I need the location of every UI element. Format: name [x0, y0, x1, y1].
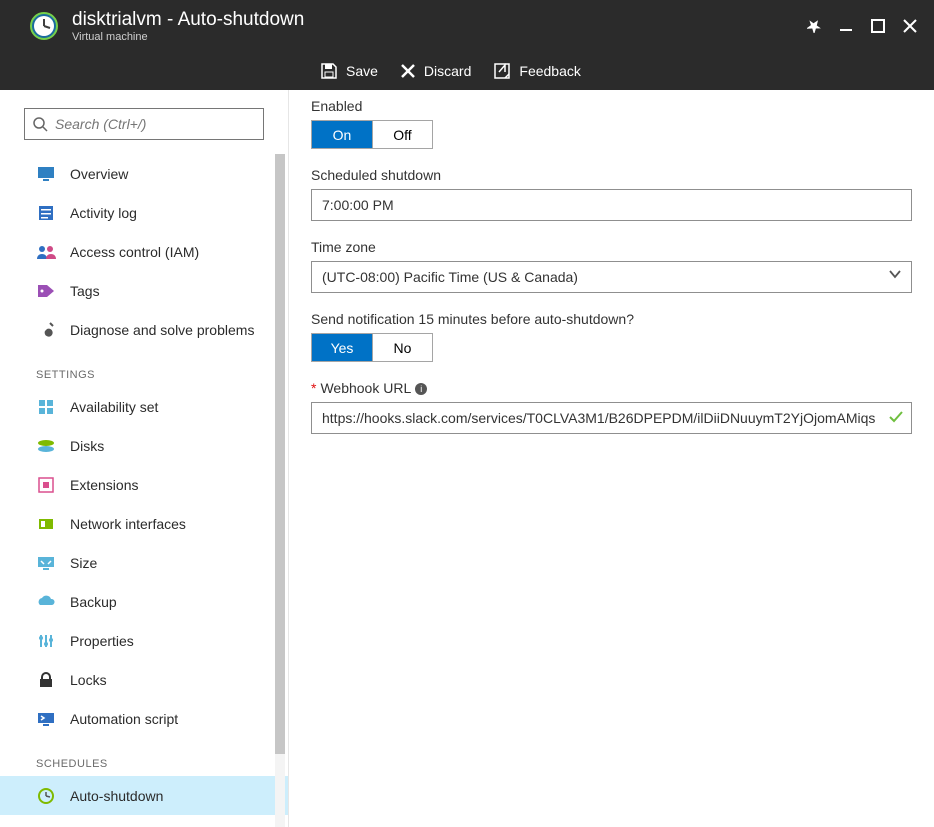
webhook-input[interactable] [311, 402, 912, 434]
sidebar-item-automation-script[interactable]: Automation script [0, 699, 288, 738]
sidebar-item-overview[interactable]: Overview [0, 154, 288, 193]
schedules-group-title: SCHEDULES [0, 752, 288, 776]
sidebar-item-label: Size [70, 555, 97, 571]
monitor-icon [36, 166, 56, 182]
save-button[interactable]: Save [320, 62, 378, 80]
sidebar-item-label: Automation script [70, 711, 178, 727]
sidebar-item-label: Tags [70, 283, 100, 299]
sidebar-item-backup[interactable]: Backup [0, 582, 288, 621]
webhook-label: *Webhook URL i [311, 380, 912, 396]
minimize-icon[interactable] [832, 12, 860, 40]
grid-icon [36, 399, 56, 415]
log-icon [36, 205, 56, 221]
sidebar-item-tags[interactable]: Tags [0, 271, 288, 310]
timezone-select[interactable] [311, 261, 912, 293]
discard-button[interactable]: Discard [400, 63, 471, 79]
sidebar-item-label: Network interfaces [70, 516, 186, 532]
sidebar-item-label: Properties [70, 633, 134, 649]
enabled-off-button[interactable]: Off [372, 121, 432, 148]
sidebar-item-label: Overview [70, 166, 128, 182]
people-icon [36, 244, 56, 260]
search-input[interactable] [24, 108, 264, 140]
sidebar-item-auto-shutdown[interactable]: Auto-shutdown [0, 776, 288, 815]
disks-icon [36, 439, 56, 453]
lock-icon [36, 672, 56, 688]
sidebar-item-locks[interactable]: Locks [0, 660, 288, 699]
sliders-icon [36, 633, 56, 649]
nic-icon [36, 516, 56, 532]
webhook-label-text: Webhook URL [320, 380, 411, 396]
content-pane: Enabled On Off Scheduled shutdown Time z… [289, 90, 934, 827]
size-icon [36, 556, 56, 570]
script-icon [36, 712, 56, 726]
sidebar-item-access-control[interactable]: Access control (IAM) [0, 232, 288, 271]
puzzle-icon [36, 477, 56, 493]
feedback-button[interactable]: Feedback [493, 62, 580, 80]
sidebar-item-label: Availability set [70, 399, 158, 415]
sidebar-item-network[interactable]: Network interfaces [0, 504, 288, 543]
timezone-label: Time zone [311, 239, 912, 255]
schedule-label: Scheduled shutdown [311, 167, 912, 183]
sidebar-item-properties[interactable]: Properties [0, 621, 288, 660]
sidebar-item-diagnose[interactable]: Diagnose and solve problems [0, 310, 288, 349]
sidebar-item-label: Disks [70, 438, 104, 454]
required-asterisk: * [311, 380, 316, 396]
sidebar-item-label: Activity log [70, 205, 137, 221]
clock-icon [28, 10, 60, 42]
sidebar-item-activity-log[interactable]: Activity log [0, 193, 288, 232]
notify-toggle: Yes No [311, 333, 433, 362]
close-icon[interactable] [896, 12, 924, 40]
check-icon [888, 409, 904, 430]
schedule-input[interactable] [311, 189, 912, 221]
wrench-icon [36, 321, 56, 339]
enabled-toggle: On Off [311, 120, 433, 149]
pin-icon[interactable] [800, 12, 828, 40]
sidebar-item-disks[interactable]: Disks [0, 426, 288, 465]
sidebar-item-availability-set[interactable]: Availability set [0, 387, 288, 426]
sidebar: Overview Activity log Access control (IA… [0, 90, 289, 827]
maximize-icon[interactable] [864, 12, 892, 40]
settings-group-title: SETTINGS [0, 363, 288, 387]
backup-icon [36, 595, 56, 609]
sidebar-item-label: Access control (IAM) [70, 244, 199, 260]
scrollbar-thumb[interactable] [275, 154, 285, 754]
feedback-label: Feedback [519, 63, 580, 79]
sidebar-item-label: Extensions [70, 477, 138, 493]
page-subtitle: Virtual machine [72, 31, 304, 43]
sidebar-item-size[interactable]: Size [0, 543, 288, 582]
info-icon[interactable]: i [415, 383, 427, 395]
sidebar-scrollbar[interactable] [275, 154, 285, 827]
search-icon [32, 116, 48, 137]
notify-label: Send notification 15 minutes before auto… [311, 311, 912, 327]
enabled-label: Enabled [311, 98, 912, 114]
notify-yes-button[interactable]: Yes [312, 334, 372, 361]
command-bar: Save Discard Feedback [0, 52, 934, 90]
notify-no-button[interactable]: No [372, 334, 432, 361]
enabled-on-button[interactable]: On [312, 121, 372, 148]
sidebar-item-label: Locks [70, 672, 107, 688]
page-title: disktrialvm - Auto-shutdown [72, 9, 304, 32]
blade-header: disktrialvm - Auto-shutdown Virtual mach… [0, 0, 934, 52]
discard-label: Discard [424, 63, 471, 79]
sidebar-item-label: Backup [70, 594, 117, 610]
save-label: Save [346, 63, 378, 79]
sidebar-item-label: Auto-shutdown [70, 788, 163, 804]
sidebar-item-extensions[interactable]: Extensions [0, 465, 288, 504]
clock-small-icon [36, 788, 56, 804]
sidebar-item-label: Diagnose and solve problems [70, 322, 254, 338]
tag-icon [36, 284, 56, 298]
